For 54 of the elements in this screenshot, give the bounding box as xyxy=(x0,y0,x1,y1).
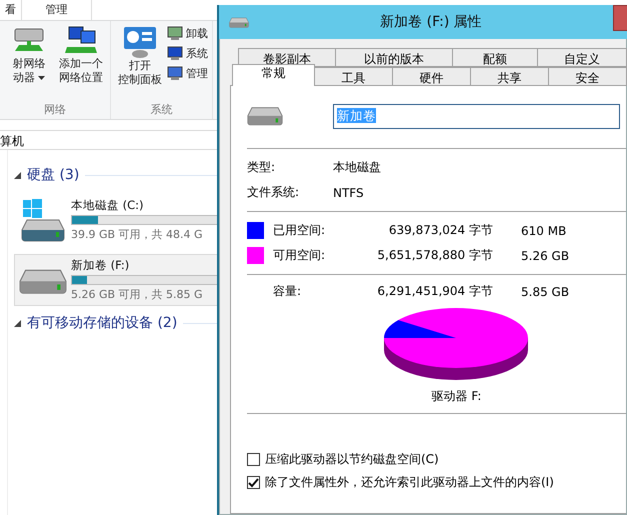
system-monitor-icon xyxy=(167,45,183,61)
space-label: 可用空间: xyxy=(273,247,326,264)
dialog-tab[interactable]: 工具 xyxy=(314,67,393,86)
dialog-tab[interactable]: 以前的版本 xyxy=(335,48,453,67)
property-label: 类型: xyxy=(247,159,276,176)
ribbon-small-button[interactable]: 卸载 xyxy=(167,25,208,41)
space-bytes: 639,873,024 字节 xyxy=(388,222,493,239)
drive-name: 本地磁盘 (C:) xyxy=(71,198,145,213)
dialog-tab[interactable]: 安全 xyxy=(548,67,627,86)
dialog-tab[interactable]: 自定义 xyxy=(537,48,627,67)
ribbon-small-button[interactable]: 管理 xyxy=(167,65,208,81)
option-checkbox[interactable]: 压缩此驱动器以节约磁盘空间(C) xyxy=(247,448,626,471)
dialog-tab[interactable]: 配额 xyxy=(452,48,538,67)
system-drive-icon xyxy=(19,198,67,244)
hard-drive-icon xyxy=(247,106,283,126)
capacity-label: 容量: xyxy=(273,283,302,300)
checkmark-icon xyxy=(248,477,259,488)
drive-item[interactable]: 新加卷 (F:) 5.26 GB 可用，共 5.85 G xyxy=(14,254,217,306)
drive-free-space: 39.9 GB 可用，共 48.4 G xyxy=(71,227,204,242)
manage-computer-icon xyxy=(167,65,183,81)
hard-drive-icon xyxy=(19,268,67,294)
drive-item[interactable]: 本地磁盘 (C:) 39.9 GB 可用，共 48.4 G xyxy=(14,194,217,246)
capacity-size: 5.85 GB xyxy=(521,284,570,298)
space-size: 610 MB xyxy=(521,224,566,238)
uninstall-icon xyxy=(167,25,183,41)
space-bytes: 5,651,578,880 字节 xyxy=(376,247,493,264)
ribbon-small-button[interactable]: 系统 xyxy=(167,45,208,61)
drive-free-space: 5.26 GB 可用，共 5.85 G xyxy=(71,287,204,302)
space-label: 已用空间: xyxy=(273,222,326,239)
ribbon-button[interactable]: 打开 控制面板 xyxy=(115,25,165,102)
dialog-tab[interactable]: 硬件 xyxy=(392,67,471,86)
property-value: 本地磁盘 xyxy=(333,159,381,176)
drive-name: 新加卷 (F:) xyxy=(71,258,130,273)
space-size: 5.26 GB xyxy=(521,248,570,262)
collapse-arrow-icon[interactable] xyxy=(14,172,21,179)
property-label: 文件系统: xyxy=(247,184,300,201)
ribbon-group-label: 网络 xyxy=(43,102,67,117)
caret-icon xyxy=(38,76,45,80)
dialog-tab[interactable]: 常规 xyxy=(232,64,315,86)
collapse-arrow-icon[interactable] xyxy=(14,320,21,327)
group-header[interactable]: 硬盘 (3) xyxy=(27,166,80,184)
control-panel-icon xyxy=(122,25,158,59)
ribbon-group-label: 系统 xyxy=(150,102,174,117)
property-value: NTFS xyxy=(333,186,364,200)
address-bar[interactable]: 算机 xyxy=(0,130,217,150)
capacity-bytes: 6,291,451,904 字节 xyxy=(376,283,493,300)
group-header[interactable]: 有可移动存储的设备 (2) xyxy=(27,314,178,332)
drive-label: 驱动器 F: xyxy=(432,389,482,403)
dialog-tab[interactable]: 共享 xyxy=(470,67,549,86)
hard-drive-icon xyxy=(229,16,249,28)
ribbon-button[interactable]: 添加一个 网络位置 xyxy=(56,25,106,102)
option-checkbox[interactable]: 除了文件属性外，还允许索引此驱动器上文件的内容(I) xyxy=(247,471,626,494)
ribbon-button[interactable]: 射网络 动器 xyxy=(4,25,54,102)
window-title: 新加卷 (F:) 属性 xyxy=(379,13,483,31)
